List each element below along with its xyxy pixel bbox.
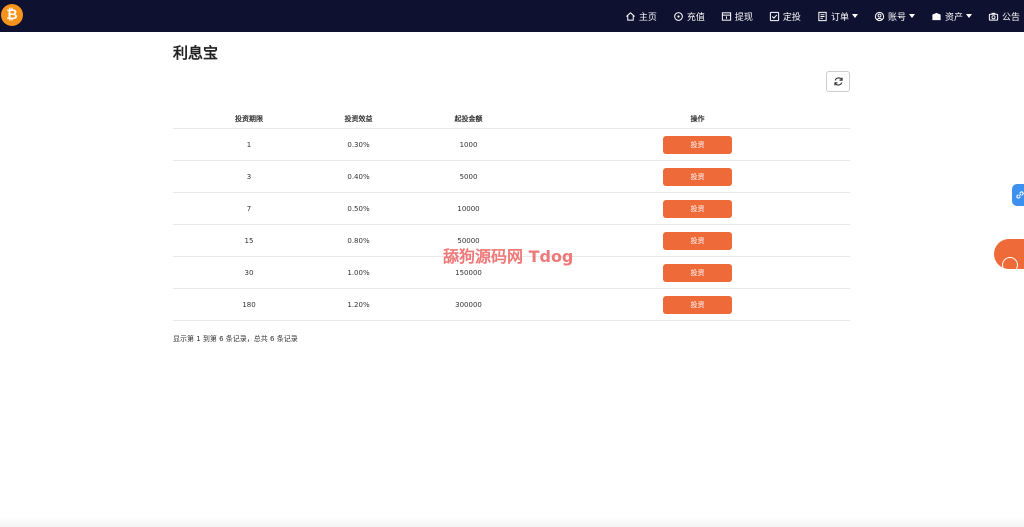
cell-yield: 0.40% — [347, 172, 370, 181]
table-header: 投资期限 投资效益 起投金额 操作 — [173, 110, 850, 129]
cell-yield: 0.30% — [347, 140, 370, 149]
withdraw-icon — [721, 11, 732, 21]
nav-withdraw-label: 提现 — [734, 12, 753, 23]
cell-action: 投资 — [545, 135, 850, 154]
chevron-down-icon — [851, 14, 858, 18]
table-row: 180 1.20% 300000 投资 — [173, 289, 850, 321]
cell-min-amount: 150000 — [455, 268, 482, 277]
nav-assets[interactable]: 资产 — [931, 10, 972, 23]
nav-account[interactable]: 账号 — [874, 10, 915, 23]
cell-action: 投资 — [545, 199, 850, 218]
cell-yield: 0.50% — [347, 204, 370, 213]
chevron-down-icon — [908, 14, 915, 18]
cell-yield: 1.00% — [347, 268, 370, 277]
camera-icon — [988, 12, 999, 21]
nav-home-label: 主页 — [638, 12, 657, 23]
cell-term: 15 — [244, 236, 254, 245]
user-icon — [874, 11, 885, 21]
invest-button[interactable]: 投资 — [663, 231, 732, 250]
refresh-icon — [833, 77, 843, 86]
fixed-invest-icon — [769, 11, 780, 21]
nav-assets-label: 资产 — [944, 12, 963, 23]
float-support-button[interactable] — [994, 239, 1024, 269]
table-row: 7 0.50% 10000 投资 — [173, 193, 850, 225]
float-link-button[interactable] — [1012, 184, 1024, 206]
table-row: 3 0.40% 5000 投资 — [173, 161, 850, 193]
nav-order[interactable]: 订单 — [817, 10, 858, 23]
nav-announcement[interactable]: 公告 — [988, 10, 1020, 23]
pagination-info: 显示第 1 到第 6 条记录，总共 6 条记录 — [173, 335, 298, 343]
nav-announcement-label: 公告 — [1001, 12, 1020, 23]
nav-order-label: 订单 — [830, 12, 849, 23]
cell-yield: 0.80% — [347, 236, 370, 245]
interest-table: 投资期限 投资效益 起投金额 操作 1 0.30% 1000 投资 3 0.40… — [173, 110, 850, 321]
cell-min-amount: 5000 — [459, 172, 478, 181]
invest-button[interactable]: 投资 — [663, 167, 732, 186]
chevron-down-icon — [965, 14, 972, 18]
cell-term: 180 — [242, 300, 256, 309]
header-min-amount: 起投金额 — [454, 115, 483, 123]
wallet-icon — [932, 12, 941, 20]
nav-menu: 主页 充值 提现 定投 订单 账号 资产 公告 — [625, 0, 1020, 32]
nav-account-label: 账号 — [887, 12, 906, 23]
cell-min-amount: 10000 — [457, 204, 480, 213]
nav-home[interactable]: 主页 — [625, 10, 657, 23]
cell-min-amount: 300000 — [455, 300, 482, 309]
invest-button[interactable]: 投资 — [663, 135, 732, 154]
home-icon — [625, 11, 635, 21]
nav-recharge-label: 充值 — [686, 12, 705, 23]
invest-button[interactable]: 投资 — [663, 199, 732, 218]
refresh-button[interactable] — [826, 71, 850, 92]
invest-button[interactable]: 投资 — [663, 263, 732, 282]
cell-action: 投资 — [545, 231, 850, 250]
nav-withdraw[interactable]: 提现 — [721, 10, 753, 23]
cell-term: 30 — [244, 268, 254, 277]
watermark-text: 舔狗源码网 Tdog — [443, 247, 574, 266]
link-icon — [1016, 191, 1024, 199]
header-term: 投资期限 — [235, 115, 263, 123]
cell-min-amount: 1000 — [459, 140, 478, 149]
footer-shade — [0, 517, 1024, 527]
nav-fixed-invest[interactable]: 定投 — [769, 10, 801, 23]
support-ring-icon — [1002, 257, 1018, 269]
invest-button[interactable]: 投资 — [663, 295, 732, 314]
cell-term: 1 — [246, 140, 252, 149]
header-yield: 投资效益 — [344, 115, 373, 123]
cell-term: 3 — [246, 172, 252, 181]
cell-action: 投资 — [545, 263, 850, 282]
header-action: 操作 — [690, 115, 705, 123]
recharge-icon — [674, 11, 683, 21]
page-title: 利息宝 — [173, 44, 219, 62]
nav-fixed-invest-label: 定投 — [782, 12, 801, 23]
nav-recharge[interactable]: 充值 — [673, 10, 705, 23]
cell-yield: 1.20% — [347, 300, 370, 309]
table-row: 1 0.30% 1000 投资 — [173, 129, 850, 161]
order-icon — [818, 11, 827, 21]
bitcoin-logo-icon[interactable]: ₿ — [1, 4, 23, 26]
top-navbar: ₿ 主页 充值 提现 定投 订单 账号 资产 公告 — [0, 0, 1024, 32]
cell-action: 投资 — [545, 295, 850, 314]
cell-action: 投资 — [545, 167, 850, 186]
cell-term: 7 — [246, 204, 252, 213]
